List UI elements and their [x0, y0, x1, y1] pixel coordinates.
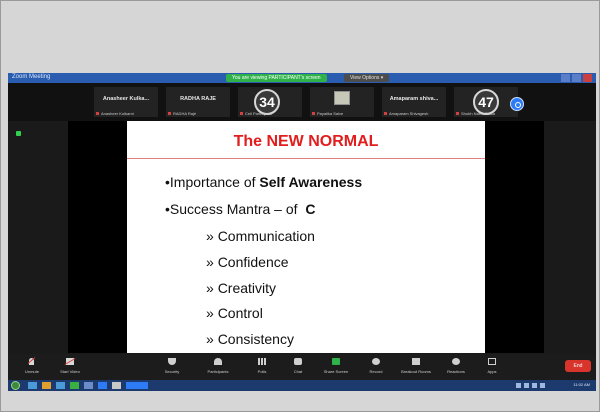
app-icon[interactable] [112, 382, 121, 389]
participant-thumbnail [334, 91, 350, 105]
start-button-icon[interactable] [11, 381, 20, 390]
app-icon[interactable] [98, 382, 107, 389]
participant-label: Shubh Nalini Phala [456, 111, 495, 116]
slide-subitem: » Confidence [206, 254, 289, 270]
slide-title: The NEW NORMAL [233, 133, 379, 150]
chat-icon [294, 358, 302, 365]
record-icon [372, 358, 380, 365]
meeting-controls: Unmute Start Video Security Participants… [8, 354, 596, 380]
outer-frame: Zoom Meeting You are viewing PARTICIPANT… [0, 0, 600, 412]
subitem-text: Confidence [217, 254, 289, 270]
apps-button[interactable]: Apps [474, 356, 510, 378]
view-options-button[interactable]: View Options ▾ [344, 74, 390, 82]
participant-name: Anasheer Kulka... [102, 96, 150, 102]
app-icon[interactable] [84, 382, 93, 389]
control-label: Apps [487, 369, 497, 374]
next-page-button[interactable] [510, 97, 524, 111]
video-off-icon [66, 358, 74, 365]
apps-icon [488, 358, 496, 365]
participant-name: Amaparam shiva... [389, 96, 439, 102]
bullet-text: Importance of [169, 174, 260, 190]
chat-button[interactable]: Chat [280, 356, 316, 378]
start-video-button[interactable]: Start Video [52, 356, 88, 378]
polls-button[interactable]: Polls [244, 356, 280, 378]
record-button[interactable]: Record [358, 356, 394, 378]
control-label: Breakout Rooms [401, 369, 431, 374]
reactions-button[interactable]: Reactions [438, 356, 474, 378]
participant-tile[interactable]: Amaparam shiva... Amaparam Shivagesh [382, 87, 446, 117]
control-label: Unmute [24, 369, 39, 374]
maximize-icon[interactable] [572, 74, 581, 82]
participant-label: Cell Participant [240, 111, 272, 116]
poll-icon [258, 358, 266, 365]
zoom-screen: Zoom Meeting You are viewing PARTICIPANT… [8, 73, 596, 391]
status-dot-icon [16, 131, 21, 136]
participant-label: Anasheer Kulkarni [96, 111, 134, 116]
control-label: Reactions [447, 369, 465, 374]
bullet-text: Success Mantra – of [169, 201, 306, 217]
reactions-icon [452, 358, 460, 365]
slide-subitem: » Control [206, 305, 263, 321]
clock[interactable]: 11:02 AM [573, 382, 590, 387]
app-icon[interactable] [70, 382, 79, 389]
share-banner: You are viewing PARTICIPANT's screen [226, 74, 327, 82]
bullet-bold-text: C [305, 201, 316, 217]
subitem-text: Consistency [217, 331, 294, 347]
subitem-text: Control [217, 305, 263, 321]
control-label: Security [164, 369, 180, 374]
presentation-slide: The NEW NORMAL •Importance of Self Aware… [127, 121, 485, 353]
participants-icon [214, 358, 222, 365]
participants-strip: Anasheer Kulka... Anasheer Kulkarni RADH… [8, 83, 596, 121]
participant-tile[interactable]: Anasheer Kulka... Anasheer Kulkarni [94, 87, 158, 117]
slide-bullet: •Importance of Self Awareness [165, 174, 363, 190]
control-label: Participants [207, 369, 229, 374]
unmute-button[interactable]: Unmute [14, 356, 50, 378]
participant-tile[interactable]: 47 Shubh Nalini Phala [454, 87, 518, 117]
participant-tile[interactable]: Payalika Salve [310, 87, 374, 117]
tray-icon[interactable] [524, 383, 529, 388]
share-screen-button[interactable]: Share Screen [318, 356, 354, 378]
participant-tile[interactable]: 34 Cell Participant [238, 87, 302, 117]
control-label: Chat [293, 369, 303, 374]
participant-label: Payalika Salve [312, 111, 343, 116]
participant-tile[interactable]: RADHA RAJE RADHA Rajé [166, 87, 230, 117]
participants-button[interactable]: Participants [200, 356, 236, 378]
windows-taskbar: 11:02 AM [8, 380, 596, 391]
slide-subitem: » Communication [206, 228, 315, 244]
network-icon[interactable] [540, 383, 545, 388]
control-label: Polls [257, 369, 267, 374]
subitem-text: Communication [217, 228, 315, 244]
control-label: Start Video [60, 369, 80, 374]
window-title: Zoom Meeting [12, 74, 51, 80]
title-bar: Zoom Meeting You are viewing PARTICIPANT… [8, 73, 596, 83]
security-button[interactable]: Security [154, 356, 190, 378]
participant-label: Amaparam Shivagesh [384, 111, 428, 116]
slide-bullet: •Success Mantra – of C [165, 201, 316, 217]
slide-subitem: » Consistency [206, 331, 294, 347]
window-controls [561, 73, 592, 83]
close-icon[interactable] [583, 74, 592, 82]
minimize-icon[interactable] [561, 74, 570, 82]
zoom-taskbar-icon[interactable] [126, 382, 148, 389]
folder-icon[interactable] [42, 382, 51, 389]
control-label: Share Screen [323, 369, 349, 374]
browser-icon[interactable] [56, 382, 65, 389]
control-label: Record [369, 369, 383, 374]
participant-label: RADHA Rajé [168, 111, 196, 116]
muted-mic-icon [29, 358, 34, 365]
share-screen-icon [332, 358, 340, 365]
end-meeting-button[interactable]: End [565, 360, 591, 372]
slide-subitem: » Creativity [206, 280, 277, 296]
breakout-rooms-icon [412, 358, 420, 365]
shared-screen: The NEW NORMAL •Importance of Self Aware… [68, 121, 544, 353]
explorer-icon[interactable] [28, 382, 37, 389]
volume-icon[interactable] [532, 383, 537, 388]
slide-divider [127, 158, 485, 159]
bullet-bold-text: Self Awareness [259, 174, 363, 190]
breakout-rooms-button[interactable]: Breakout Rooms [398, 356, 434, 378]
tray-icon[interactable] [516, 383, 521, 388]
shield-icon [168, 358, 176, 365]
participant-name: RADHA RAJE [180, 96, 216, 102]
subitem-text: Creativity [217, 280, 277, 296]
